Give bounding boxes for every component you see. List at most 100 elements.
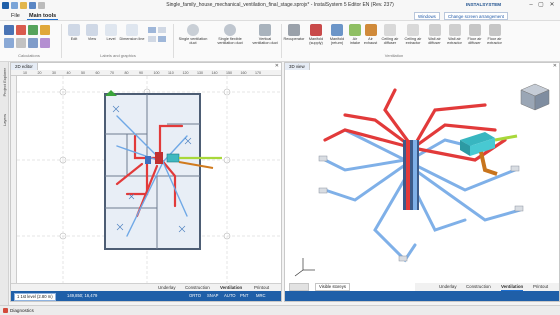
air-intake-label: Air intake — [349, 37, 361, 46]
tab-ventilation-3d[interactable]: Ventilation — [501, 284, 524, 291]
air-intake-button[interactable]: Air intake — [348, 24, 362, 46]
close-2d-icon[interactable]: ✕ — [275, 63, 279, 70]
level-label: Level — [106, 37, 116, 41]
pnt-toggle[interactable]: PNT — [240, 293, 248, 299]
manifold-supply-button[interactable]: Manifold (supply) — [306, 24, 326, 46]
edit-button[interactable]: Edit — [66, 24, 82, 41]
diagnostics-tab[interactable]: Diagnostics — [10, 308, 34, 314]
level-button[interactable]: Level — [104, 24, 118, 41]
mrc-toggle[interactable]: MRC — [256, 293, 266, 299]
coords-readout: 149,850; 16,479 — [67, 293, 98, 298]
calc-summary-icon[interactable] — [16, 25, 26, 35]
magnifier-icon — [86, 24, 98, 36]
brand-logo: INSTALSYSTEM — [466, 2, 502, 7]
status-bar-2d: 1 1st level (2.80 m) 149,850; 16,479 ORT… — [11, 291, 281, 301]
list-icon[interactable] — [28, 38, 38, 48]
cursor-icon — [68, 24, 80, 36]
view-cube-icon — [520, 83, 550, 111]
tab-printout-3d[interactable]: Printout — [533, 284, 548, 290]
arrangement-select[interactable]: Change screen arrangement — [444, 12, 508, 20]
ceiling-diffuser-button[interactable]: Ceiling air diffuser — [379, 24, 401, 46]
menu-bar: File Main tools Windows Change screen ar… — [0, 11, 560, 21]
recuperator-icon — [288, 24, 300, 36]
settings-icon[interactable] — [4, 38, 14, 48]
diagnostics-icon — [3, 308, 8, 313]
group-calculations-label: Calculations — [18, 53, 40, 58]
manifold-return-button[interactable]: Manifold (return) — [327, 24, 347, 46]
flexible-duct-button[interactable]: Single flexible ventilation duct — [212, 24, 248, 46]
vertical-duct-button[interactable]: Vertical ventilation duct — [250, 24, 280, 46]
auto-toggle[interactable]: AUTO — [224, 293, 236, 299]
diagnostics-bar: Diagnostics — [0, 305, 560, 315]
ribbon-separator — [173, 24, 174, 58]
close-button[interactable]: ✕ — [548, 1, 556, 10]
vertical-duct-icon — [259, 24, 271, 36]
floor-plan-canvas[interactable] — [17, 76, 281, 283]
view-button[interactable]: View — [84, 24, 100, 41]
flexible-duct-icon — [224, 24, 236, 36]
manifold-supply-label: Manifold (supply) — [308, 37, 324, 46]
tab-underlay-3d[interactable]: Underlay — [439, 284, 457, 290]
air-exhaust-label: Air exhaust — [363, 37, 378, 46]
materials-icon[interactable] — [40, 38, 50, 48]
left-side-strip: Project Explorer Layers — [0, 62, 9, 305]
wall-diffuser-button[interactable]: Wall air diffuser — [425, 24, 444, 46]
manifold-return-icon — [331, 24, 343, 36]
maximize-button[interactable]: ▢ — [537, 1, 545, 10]
vertical-duct-label: Vertical ventilation duct — [252, 37, 278, 46]
tab-3d-view[interactable]: 3D view — [285, 63, 310, 70]
ribbon-separator — [61, 24, 62, 58]
editor-2d-panel: 2D editor ✕ 10 20 30 40 50 60 70 80 90 100 110 120 1… — [10, 62, 282, 302]
floor-diffuser-button[interactable]: Floor air diffuser — [465, 24, 484, 46]
level-select[interactable]: 1 1st level (2.80 m) — [14, 293, 56, 301]
dimension-line-button[interactable]: Dimension line — [119, 24, 145, 41]
floor-diffuser-label: Floor air diffuser — [467, 37, 482, 46]
status-bar-3d — [285, 291, 559, 301]
wall-extractor-label: Wall air extractor — [447, 37, 462, 46]
shape-icon[interactable] — [158, 36, 166, 42]
model-3d-canvas[interactable] — [285, 70, 559, 283]
single-duct-button[interactable]: Single ventilation duct — [176, 24, 210, 46]
wall-diffuser-label: Wall air diffuser — [428, 37, 441, 46]
floor-extractor-button[interactable]: Floor air extractor — [485, 24, 504, 46]
tab-2d-editor[interactable]: 2D editor — [11, 63, 38, 70]
dimension-icon — [126, 24, 138, 36]
ceiling-extractor-button[interactable]: Ceiling air extractor — [402, 24, 424, 46]
visible-storeys-select[interactable]: Visible storeys — [315, 283, 350, 291]
ortho-toggle[interactable]: ORTO — [189, 293, 201, 299]
group-ventilation-label: Ventilation — [384, 53, 404, 58]
floor-extractor-label: Floor air extractor — [487, 37, 502, 46]
tab-file[interactable]: File — [9, 12, 22, 20]
ceiling-extractor-icon — [407, 24, 419, 36]
snap-toggle[interactable]: SNAP — [207, 293, 218, 299]
single-duct-label: Single ventilation duct — [178, 37, 208, 46]
dimension-line-label: Dimension line — [119, 37, 145, 41]
layers-tab[interactable]: Layers — [2, 114, 7, 126]
table-icon[interactable] — [16, 38, 26, 48]
wall-extractor-button[interactable]: Wall air extractor — [445, 24, 464, 46]
ceiling-diffuser-label: Ceiling air diffuser — [381, 37, 399, 46]
calc-check-icon[interactable] — [28, 25, 38, 35]
text-icon[interactable] — [148, 27, 156, 33]
tab-construction-3d[interactable]: Construction — [466, 284, 491, 290]
floor-extractor-icon — [488, 24, 501, 36]
air-intake-icon — [349, 24, 361, 36]
calculate-icon[interactable] — [4, 25, 14, 35]
tab-main-tools[interactable]: Main tools — [27, 12, 59, 20]
close-3d-icon[interactable]: ✕ — [553, 63, 557, 70]
minimize-button[interactable]: – — [527, 1, 535, 10]
group-labels-label: Labels and graphics — [100, 53, 136, 58]
ceiling-diffuser-icon — [384, 24, 396, 36]
view-tabs-3d: Underlay Construction Ventilation Printo… — [415, 283, 559, 291]
workspace-select[interactable]: Windows — [414, 12, 440, 20]
calc-report-icon[interactable] — [40, 25, 50, 35]
edit-label: Edit — [70, 37, 78, 41]
wall-extractor-icon — [448, 24, 461, 36]
label-icon[interactable] — [158, 27, 166, 33]
line-icon[interactable] — [148, 36, 156, 42]
air-exhaust-icon — [364, 24, 377, 36]
recuperator-button[interactable]: Recuperator — [283, 24, 305, 41]
air-exhaust-button[interactable]: Air exhaust — [363, 24, 378, 46]
3d-view-options-icon[interactable] — [289, 283, 309, 291]
project-explorer-tab[interactable]: Project Explorer — [2, 68, 7, 96]
